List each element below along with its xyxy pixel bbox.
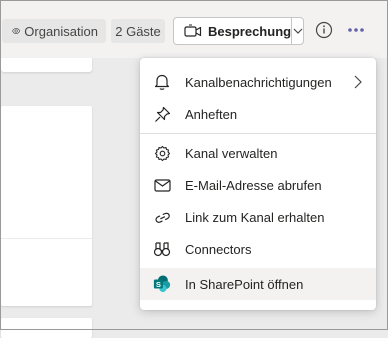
menu-item-label: Connectors	[185, 241, 252, 257]
chevron-down-icon	[293, 28, 302, 34]
card-divider	[1, 238, 92, 239]
menu-item-open-in-sharepoint[interactable]: S In SharePoint öffnen	[140, 268, 376, 300]
mail-icon	[153, 176, 171, 194]
guests-badge[interactable]: 2 Gäste	[111, 19, 165, 43]
chevron-right-icon	[354, 75, 362, 89]
menu-item-label: Kanalbenachrichtigungen	[185, 74, 332, 90]
menu-item-manage-channel[interactable]: Kanal verwalten	[140, 137, 376, 169]
menu-item-get-email-address[interactable]: E-Mail-Adresse abrufen	[140, 169, 376, 201]
menu-item-label: In SharePoint öffnen	[185, 276, 304, 292]
video-camera-icon	[184, 24, 202, 37]
organisation-label: Organisation	[24, 23, 98, 39]
meeting-dropdown-button[interactable]	[291, 18, 303, 44]
menu-item-label: Kanal verwalten	[185, 145, 278, 161]
menu-item-channel-notifications[interactable]: Kanalbenachrichtigungen	[140, 66, 376, 98]
message-card	[1, 58, 92, 72]
meeting-label: Besprechung	[208, 23, 292, 39]
menu-item-get-channel-link[interactable]: Link zum Kanal erhalten	[140, 201, 376, 233]
sharepoint-icon: S	[153, 275, 171, 293]
menu-item-label: Link zum Kanal erhalten	[185, 209, 325, 225]
info-icon[interactable]	[315, 21, 333, 39]
pin-icon	[153, 105, 171, 123]
more-options-icon[interactable]	[346, 25, 366, 35]
meeting-button[interactable]: Besprechung	[174, 18, 291, 44]
meeting-split-button: Besprechung	[173, 17, 304, 45]
guests-label: 2 Gäste	[115, 23, 161, 39]
organisation-badge[interactable]: Organisation	[2, 19, 106, 43]
message-card	[1, 106, 92, 306]
menu-separator	[140, 133, 376, 134]
connectors-icon	[153, 240, 171, 258]
link-icon	[153, 208, 171, 226]
menu-item-connectors[interactable]: Connectors	[140, 233, 376, 265]
menu-item-label: Anheften	[185, 106, 238, 122]
svg-text:S: S	[156, 280, 161, 289]
eye-icon	[12, 28, 21, 34]
message-card	[1, 318, 92, 338]
menu-item-pin[interactable]: Anheften	[140, 98, 376, 130]
channel-header: Organisation 2 Gäste Besprechung	[0, 0, 388, 58]
channel-options-menu: Kanalbenachrichtigungen Anheften Kanal v…	[140, 58, 376, 310]
bell-icon	[153, 73, 171, 91]
gear-icon	[153, 144, 171, 162]
menu-item-label: E-Mail-Adresse abrufen	[185, 177, 322, 193]
